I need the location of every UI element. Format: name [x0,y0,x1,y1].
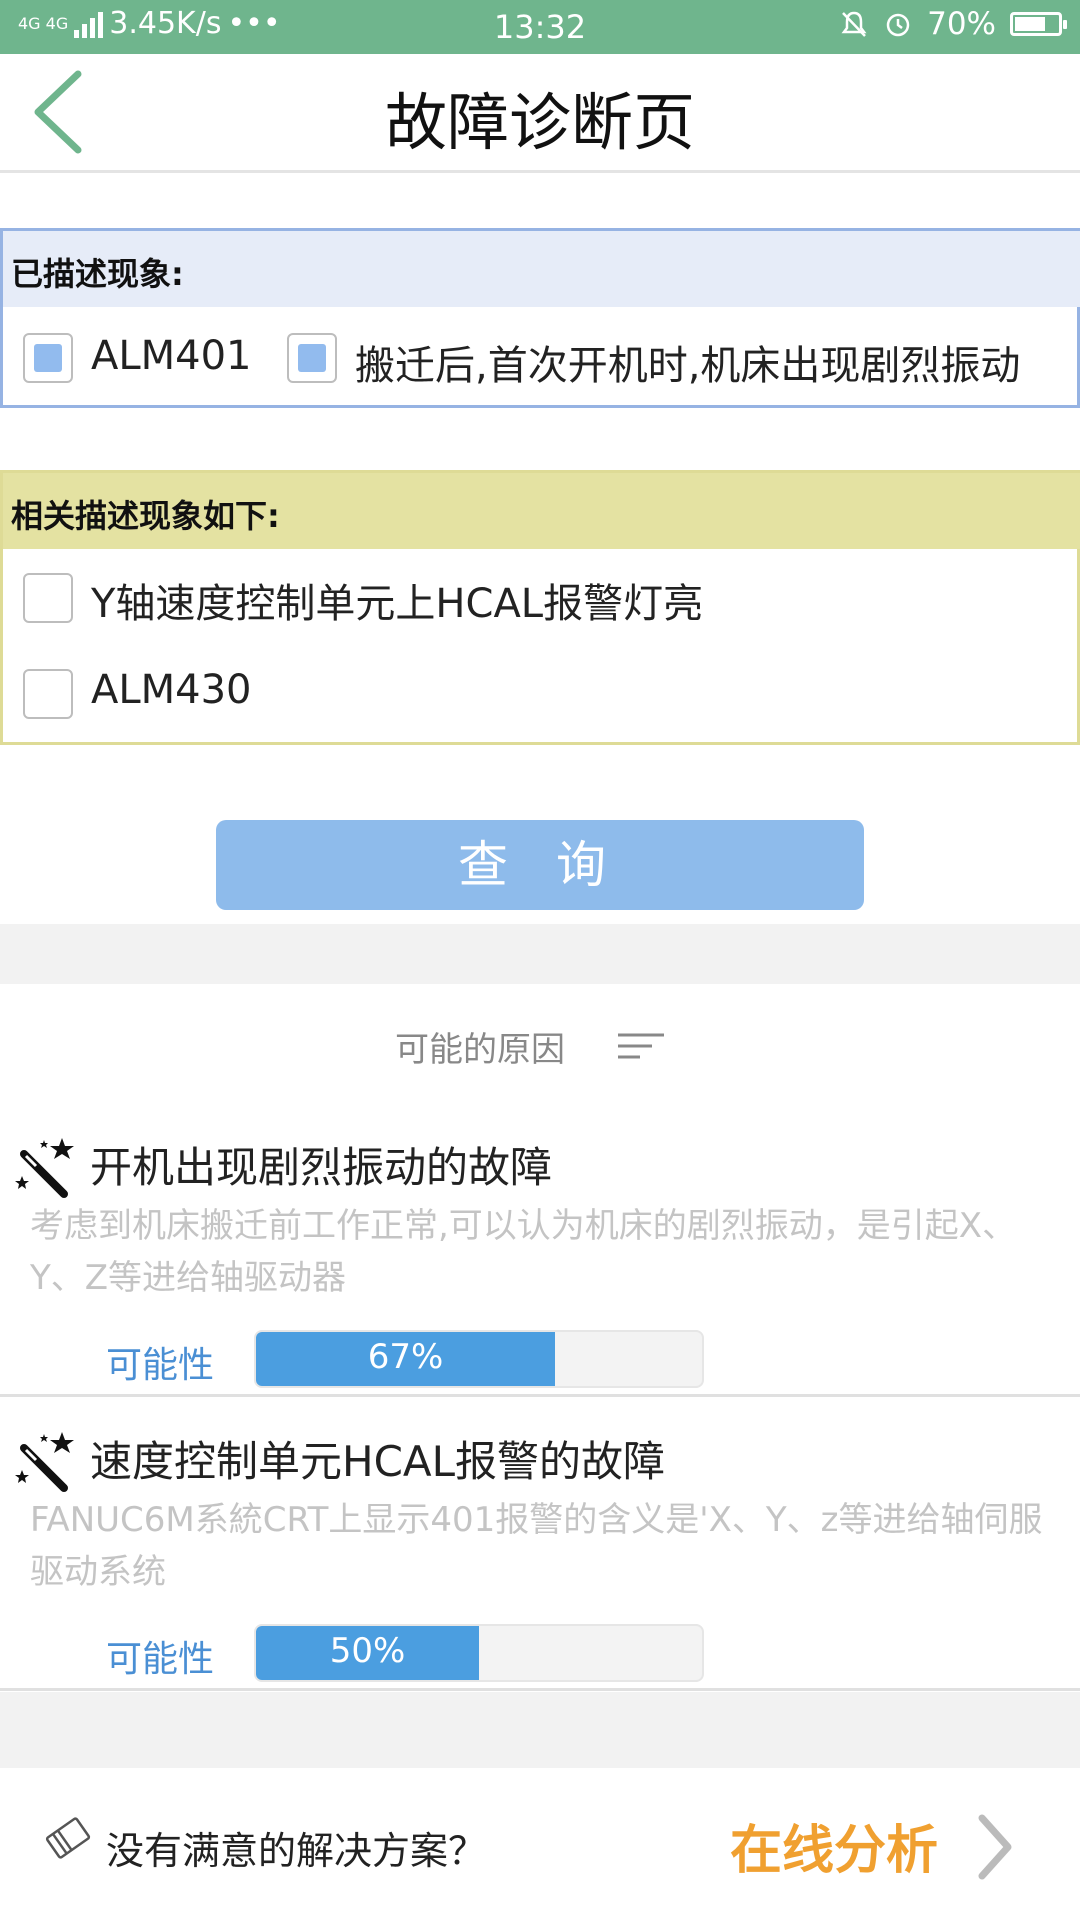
divider [0,1394,1080,1397]
described-label: 已描述现象: [11,255,184,293]
related-checkbox-1[interactable] [23,573,73,623]
described-phenomena-panel: 已描述现象: ALM401 搬迁后,首次开机时,机床出现剧烈振动 [0,228,1080,408]
described-header: 已描述现象: [3,231,1080,307]
cause-item-2[interactable]: 速度控制单元HCAL报警的故障 FANUC6M系統CRT上显示401报警的含义是… [0,1410,1080,1690]
related-item-label: ALM430 [91,667,252,713]
cause-description: FANUC6M系統CRT上显示401报警的含义是'X、Y、z等进给轴伺服驱动系统 [30,1500,1043,1592]
unsatisfied-question: 没有满意的解决方案？ [106,1829,487,1873]
possibility-value: 50% [329,1631,406,1671]
cause-title: 速度控制单元HCAL报警的故障 [90,1437,666,1486]
divider [0,1688,1080,1691]
query-button[interactable]: 查 询 [216,820,864,910]
related-header: 相关描述现象如下: [3,473,1080,549]
page-title: 故障诊断页 [384,86,695,159]
cause-item-1[interactable]: 开机出现剧烈振动的故障 考虑到机床搬迁前工作正常,可以认为机床的剧烈振动，是引起… [0,1116,1080,1396]
described-checkbox-2[interactable] [287,333,337,383]
status-bar: 4G 4G 3.45K/s ••• 13:32 70% [0,0,1080,54]
header-bar: 故障诊断页 [0,54,1080,173]
battery-icon [1010,12,1067,36]
possibility-value: 67% [367,1337,444,1377]
causes-heading: 可能的原因 [395,1030,565,1070]
cause-description: 考虑到机床搬迁前工作正常,可以认为机床的剧烈振动，是引起X、Y、Z等进给轴驱动器 [30,1206,1017,1298]
described-item-label: ALM401 [91,333,252,379]
magic-wand-icon [15,1138,74,1198]
status-right: 70% [839,6,1067,42]
related-checkbox-2[interactable] [23,669,73,719]
possibility-bar: 67% [254,1330,704,1388]
section-divider-band [0,924,1080,984]
related-phenomena-panel: 相关描述现象如下: Y轴速度控制单元上HCAL报警灯亮 ALM430 [0,470,1080,745]
footer-gap-band [0,1692,1080,1768]
ticket-icon [45,1817,91,1859]
magic-wand-icon [15,1432,74,1492]
possibility-bar: 50% [254,1624,704,1682]
notification-muted-icon [841,11,867,37]
described-checkbox-1[interactable] [23,333,73,383]
alarm-clock-icon [886,13,910,37]
possibility-label: 可能性 [106,1345,215,1386]
online-analysis-link[interactable]: 在线分析 [730,1808,938,1883]
possibility-label: 可能性 [106,1639,215,1680]
chevron-right-icon[interactable] [974,1812,1014,1882]
cause-title: 开机出现剧烈振动的故障 [90,1143,553,1192]
described-item-label: 搬迁后,首次开机时,机床出现剧烈振动 [355,343,1021,389]
related-item-label: Y轴速度控制单元上HCAL报警灯亮 [91,581,704,627]
battery-percent: 70% [927,6,996,42]
sort-icon[interactable] [618,1032,666,1060]
related-label: 相关描述现象如下: [11,497,280,535]
